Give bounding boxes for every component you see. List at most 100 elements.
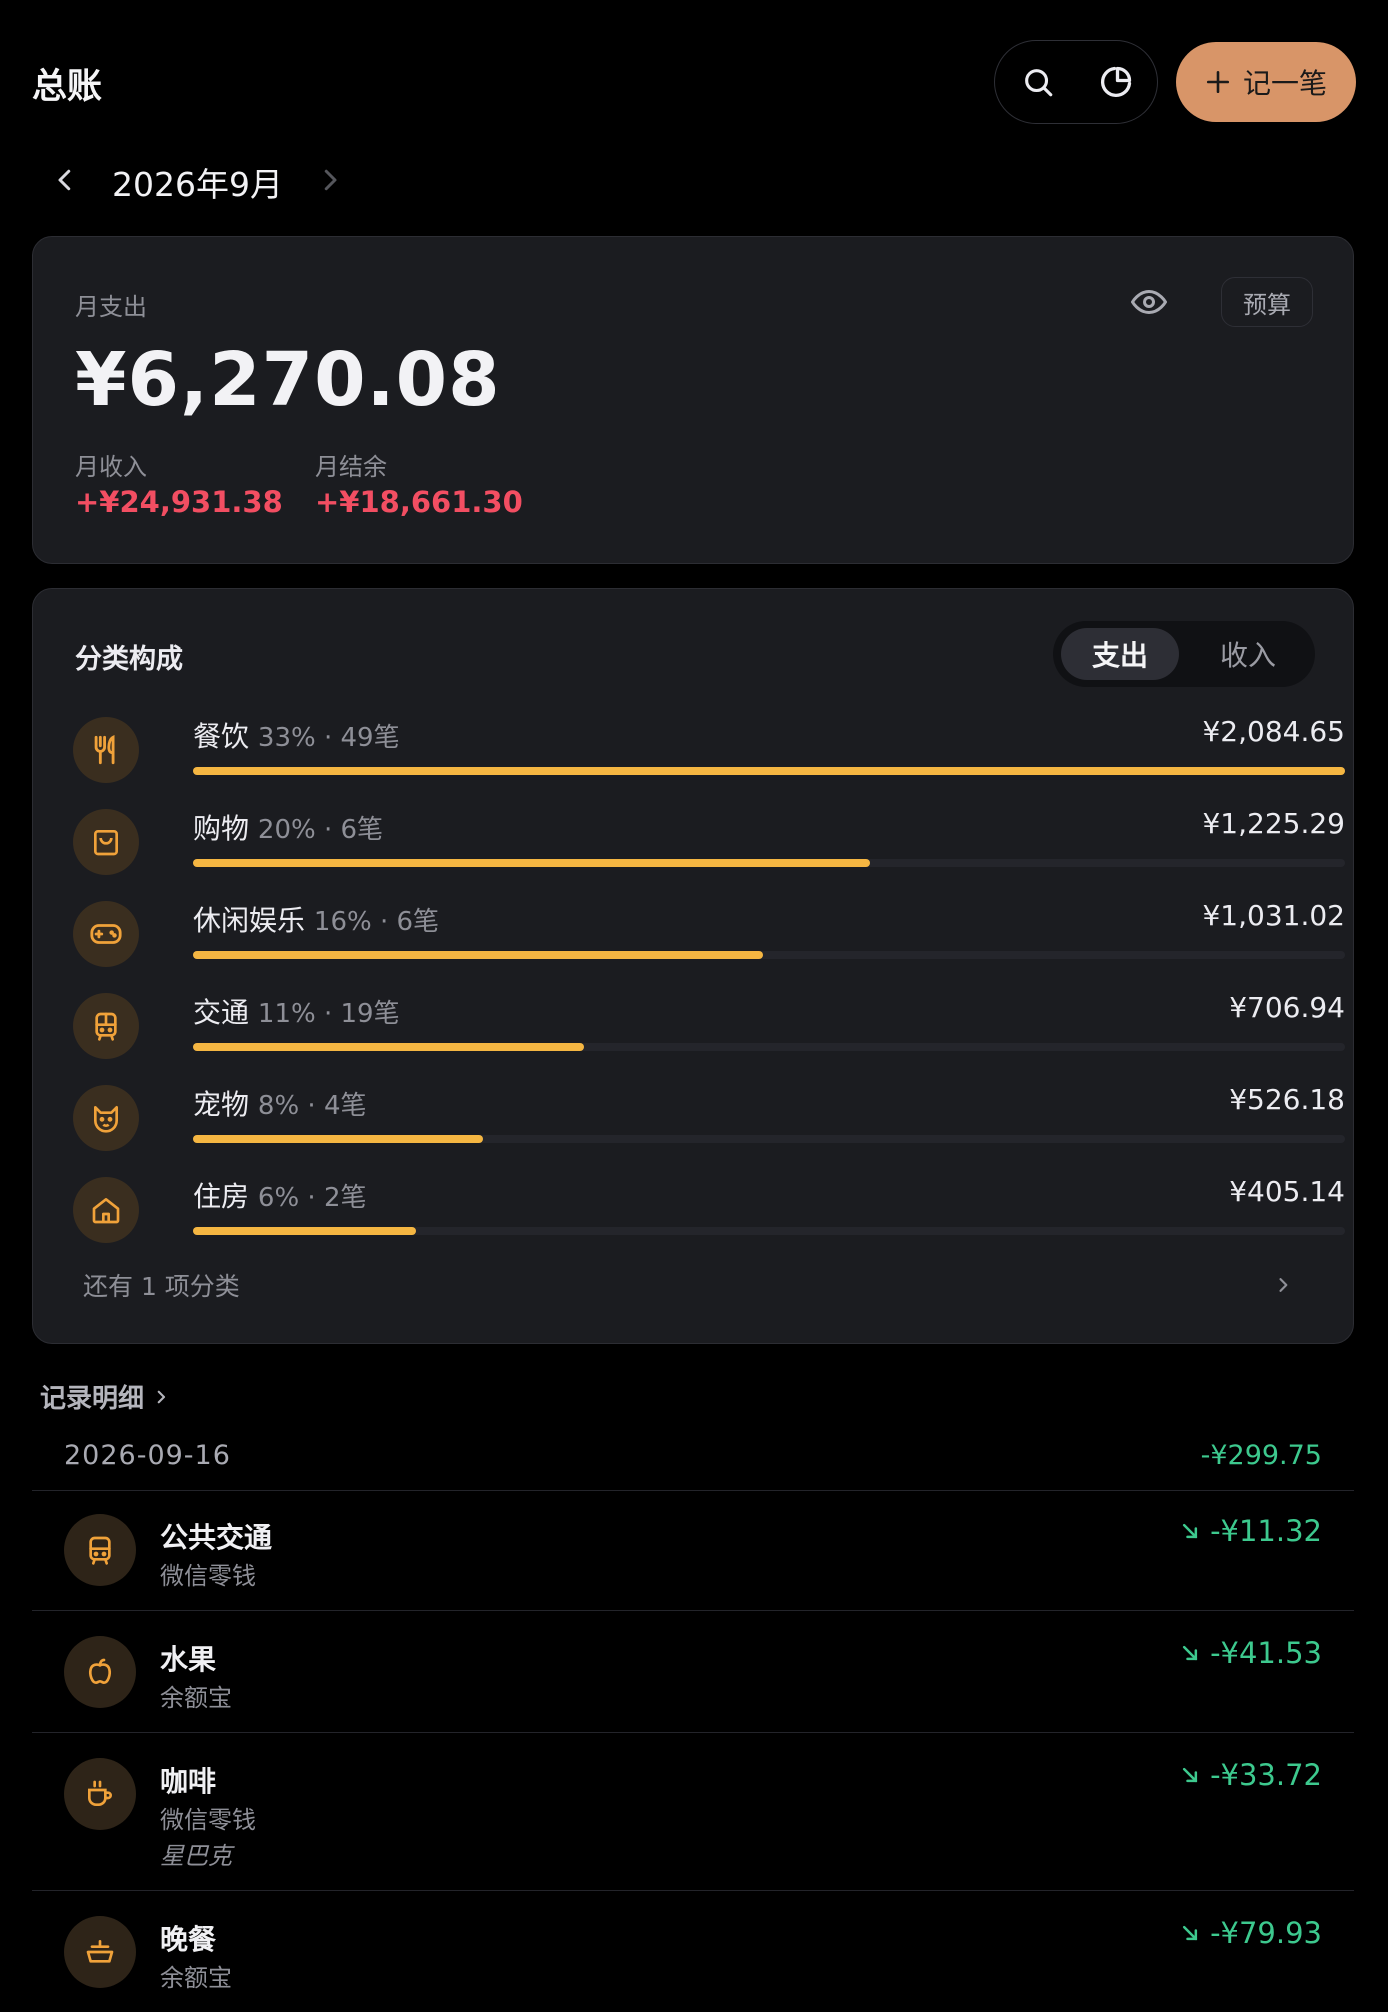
record-account: 微信零钱 (160, 1806, 256, 1834)
add-record-button[interactable]: 记一笔 (1176, 42, 1356, 122)
record-item[interactable]: 水果 余额宝 -¥41.53 (32, 1612, 1354, 1733)
category-bar-track (193, 951, 1345, 959)
category-bar-track (193, 1135, 1345, 1143)
coffee-icon (64, 1758, 136, 1830)
category-bar-track (193, 1227, 1345, 1235)
arrow-down-right-icon (1182, 1645, 1198, 1661)
chevron-left-icon (58, 169, 71, 191)
arrow-down-right-icon (1182, 1925, 1198, 1941)
month-label: 2026年9月 (112, 165, 283, 204)
category-meta: 8% · 4笔 (257, 1091, 367, 1121)
category-amount: ¥405.14 (1229, 1175, 1345, 1208)
records-title-link[interactable]: 记录明细 (40, 1378, 170, 1415)
record-note: 星巴克 (160, 1842, 232, 1870)
more-categories-link[interactable]: 还有 1 项分类 (83, 1267, 240, 1303)
chevron-right-icon (157, 1390, 166, 1403)
eye-icon (1130, 289, 1168, 315)
record-amount: -¥79.93 (1210, 1916, 1322, 1950)
record-account: 余额宝 (160, 1964, 232, 1992)
pie-chart-icon (1101, 66, 1132, 97)
category-bar-fill (193, 767, 1345, 775)
date-group-header: 2026-09-16 -¥299.75 (32, 1430, 1354, 1491)
shopping-bag-icon (73, 809, 139, 875)
record-account: 微信零钱 (160, 1562, 256, 1590)
category-bar-track (193, 859, 1345, 867)
tab-income[interactable]: 收入 (1189, 628, 1307, 680)
category-name: 交通 (193, 996, 250, 1029)
category-row-leisure[interactable]: 休闲娱乐 16% · 6笔 ¥1,031.02 (73, 893, 1345, 973)
record-amount: -¥33.72 (1210, 1758, 1322, 1792)
category-breakdown-card: 分类构成 支出 收入 餐饮 33% · 49笔 ¥2,084.65 购物 20%… (32, 588, 1354, 1344)
income-amount: +¥24,931.38 (75, 485, 283, 519)
category-row-shopping[interactable]: 购物 20% · 6笔 ¥1,225.29 (73, 801, 1345, 881)
app-title: 总账 (32, 67, 103, 107)
record-item[interactable]: 晚餐 余额宝 -¥79.93 (32, 1892, 1354, 2012)
record-name: 公共交通 (160, 1521, 273, 1554)
category-amount: ¥526.18 (1229, 1083, 1345, 1116)
category-amount: ¥1,031.02 (1202, 899, 1345, 932)
record-name: 咖啡 (160, 1765, 217, 1798)
house-icon (73, 1177, 139, 1243)
category-meta: 33% · 49笔 (257, 723, 400, 753)
stats-button[interactable] (1093, 59, 1139, 105)
category-name: 购物 (193, 812, 250, 845)
category-bar-fill (193, 951, 764, 959)
budget-button[interactable]: 预算 (1221, 277, 1313, 327)
toggle-visibility-button[interactable] (1130, 287, 1171, 317)
header-icon-group (994, 40, 1158, 124)
expense-label: 月支出 (75, 293, 147, 321)
record-amount: -¥41.53 (1210, 1636, 1322, 1670)
income-label: 月收入 (75, 453, 147, 481)
tab-expense[interactable]: 支出 (1061, 628, 1179, 680)
next-month-button[interactable] (315, 162, 345, 198)
category-bar-fill (193, 859, 871, 867)
category-name: 宠物 (193, 1088, 250, 1121)
category-title: 分类构成 (75, 644, 183, 675)
category-meta: 6% · 2笔 (257, 1183, 367, 1213)
category-row-housing[interactable]: 住房 6% · 2笔 ¥405.14 (73, 1169, 1345, 1249)
expense-amount: ¥6,270.08 (75, 337, 501, 423)
search-button[interactable] (1015, 59, 1061, 105)
balance-amount: +¥18,661.30 (315, 485, 523, 519)
category-amount: ¥706.94 (1229, 991, 1345, 1024)
chevron-right-icon (1279, 1278, 1288, 1292)
category-name: 休闲娱乐 (193, 904, 306, 937)
bus-icon (64, 1514, 136, 1586)
category-amount: ¥1,225.29 (1202, 807, 1345, 840)
category-name: 住房 (193, 1180, 250, 1213)
category-name: 餐饮 (193, 720, 250, 753)
category-amount: ¥2,084.65 (1202, 715, 1345, 748)
bus-icon (73, 993, 139, 1059)
date-group-date: 2026-09-16 (64, 1440, 231, 1471)
category-meta: 11% · 19笔 (257, 999, 400, 1029)
search-icon (1025, 69, 1053, 97)
category-row-dining[interactable]: 餐饮 33% · 49笔 ¥2,084.65 (73, 709, 1345, 789)
record-item[interactable]: 咖啡 微信零钱 星巴克 -¥33.72 (32, 1734, 1354, 1891)
apple-icon (64, 1636, 136, 1708)
category-meta: 16% · 6笔 (313, 907, 440, 937)
category-bar-track (193, 767, 1345, 775)
month-navigator: 2026年9月 (50, 150, 450, 210)
header: 总账 记一笔 (32, 40, 1356, 124)
record-account: 余额宝 (160, 1684, 232, 1712)
category-bar-fill (193, 1135, 484, 1143)
category-bar-fill (193, 1043, 584, 1051)
prev-month-button[interactable] (50, 162, 80, 198)
utensils-icon (73, 717, 139, 783)
record-item[interactable]: 公共交通 微信零钱 -¥11.32 (32, 1490, 1354, 1611)
arrow-down-right-icon (1182, 1523, 1198, 1539)
type-toggle: 支出 收入 (1053, 621, 1315, 687)
category-bar-track (193, 1043, 1345, 1051)
monthly-summary-card: 月支出 预算 ¥6,270.08 月收入 +¥24,931.38 月结余 +¥1… (32, 236, 1354, 564)
category-row-transport[interactable]: 交通 11% · 19笔 ¥706.94 (73, 985, 1345, 1065)
cat-icon (73, 1085, 139, 1151)
arrow-down-right-icon (1182, 1767, 1198, 1783)
chevron-right-icon (324, 169, 337, 191)
gamepad-icon (73, 901, 139, 967)
record-name: 水果 (160, 1643, 217, 1676)
records-title: 记录明细 (40, 1384, 145, 1414)
record-name: 晚餐 (160, 1923, 217, 1956)
bowl-icon (64, 1916, 136, 1988)
more-categories-chevron[interactable] (1273, 1271, 1293, 1299)
category-row-pets[interactable]: 宠物 8% · 4笔 ¥526.18 (73, 1077, 1345, 1157)
